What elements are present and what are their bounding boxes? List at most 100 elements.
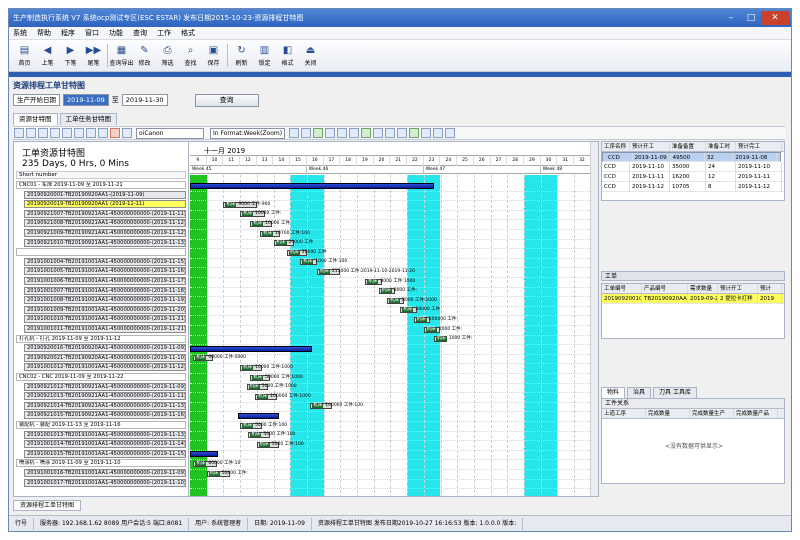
resource-group-row[interactable]: CNC02 - CNC 2019-11-09 至 2019-11-22 (16, 373, 186, 381)
tab-material[interactable]: 物料 (601, 387, 626, 398)
zoom-in-icon[interactable] (289, 128, 300, 138)
menu-item[interactable]: 帮助 (37, 28, 51, 38)
task-row[interactable]: 20191001011-TB20191001AA1-450000000000-(… (24, 325, 186, 333)
summary-bar[interactable] (190, 182, 434, 189)
filter-icon[interactable] (397, 128, 408, 138)
task-bar[interactable]: 机床 20000 工件 (286, 249, 327, 256)
toolbar-button[interactable]: ◀ 上笔 (36, 40, 59, 71)
task-row[interactable]: 20191001005-TB20191001AA1-450000000000-(… (24, 267, 186, 276)
open-icon[interactable] (26, 128, 36, 138)
task-row[interactable]: 20191001016-TB20191001AA1-450000000000-(… (24, 469, 186, 477)
tab-resource-gantt[interactable]: 资源甘特图 (13, 113, 58, 125)
minimize-button[interactable]: – (721, 11, 741, 25)
calendar-icon[interactable] (122, 128, 132, 138)
task-row[interactable]: 20190921015-TB20190921AA1-450000000000-(… (24, 411, 186, 420)
delete-icon[interactable] (110, 128, 120, 138)
table-row[interactable]: CCD 2019-11-09 49500 32 2019-11-08 (602, 152, 781, 162)
cut-icon[interactable] (50, 128, 60, 138)
link-icon[interactable] (325, 128, 336, 138)
indent-icon[interactable] (349, 128, 360, 138)
resource-group-row[interactable]: CNC01 - 车床 2019-11-09 至 2019-11-21 (16, 181, 186, 189)
style-select[interactable]: oiCanon (136, 127, 204, 139)
task-row[interactable]: 20190921010-TB20190921AA1-450000000000-(… (24, 238, 186, 247)
outdent-icon[interactable] (361, 128, 372, 138)
paste-icon[interactable] (74, 128, 84, 138)
table-row[interactable]: CCD 2019-11-11 16200 12 2019-11-11 (602, 172, 784, 182)
toolbar-button[interactable]: ⎙ 筛选 (156, 40, 179, 71)
toolbar-button[interactable]: ▥ 锁定 (253, 40, 276, 71)
tab-fixture[interactable]: 治具 (627, 387, 652, 398)
tab-tool[interactable]: 刀具 工具库 (653, 387, 697, 398)
menu-item[interactable]: 工作 (157, 28, 171, 38)
task-bar[interactable]: 机床 8000 工件: (378, 288, 417, 295)
task-bar[interactable]: 机床 10000 工件: (240, 211, 281, 218)
task-bar[interactable]: 机床 00000 工件:0000 (193, 355, 246, 362)
task-bar[interactable]: 机床 100000 工件:1000 (255, 393, 311, 400)
task-row[interactable]: 20191001013-TB20191001AA1-450000000000-(… (24, 430, 186, 439)
print-icon[interactable] (86, 128, 96, 138)
task-bar[interactable]: 机床 38000 工件: (400, 307, 442, 314)
summary-bar[interactable] (190, 345, 312, 352)
task-bar[interactable]: 机床 100000 工件: (413, 316, 458, 323)
new-icon[interactable] (38, 128, 48, 138)
save-icon[interactable] (14, 128, 24, 138)
close-button[interactable]: ✕ (761, 11, 789, 25)
task-bar[interactable]: 机床 100000 工件:100 (310, 403, 363, 410)
task-bar[interactable]: 机床 10000 工件:1000 (240, 364, 293, 371)
task-bar[interactable]: 机床 1000 工件: (423, 326, 462, 333)
down-icon[interactable] (385, 128, 396, 138)
toolbar-button[interactable]: ⏏ 关闭 (299, 40, 322, 71)
toolbar-button[interactable]: ◧ 格式 (276, 40, 299, 71)
resource-group-row[interactable]: 装配机 - 装配 2019-11-13 至 2019-11-16 (16, 421, 186, 429)
copy-icon[interactable] (62, 128, 72, 138)
task-bar[interactable]: 机床 5000 工件:100 (248, 432, 295, 439)
task-bar[interactable]: 机床 50000 工件:1000 (250, 374, 303, 381)
up-icon[interactable] (373, 128, 384, 138)
task-row[interactable]: 20190920021-TB20190920AA1-450000000000-(… (24, 353, 186, 362)
task-bar[interactable]: 机床 1000 工件:100 (300, 259, 347, 266)
task-row[interactable]: 20191001008-TB20191001AA1-450000000000-(… (24, 296, 186, 305)
toolbar-button[interactable]: ▤ 首页 (13, 40, 36, 71)
zoom-select[interactable]: In Format:Week(Zoom) (210, 127, 286, 139)
toolbar-button[interactable]: ✎ 修改 (133, 40, 156, 71)
task-bar[interactable]: 机床 20000 工件 (273, 240, 313, 247)
task-row[interactable]: 20191001009-TB20191001AA1-450000000000-(… (24, 305, 186, 314)
doc-tab-gantt[interactable]: 资源排程工单甘特图 (13, 500, 82, 511)
from-date-input[interactable]: 2019-11-09 (63, 94, 109, 106)
task-bar[interactable]: 机床 8000 工件:1000 (365, 278, 415, 285)
task-bar[interactable]: 机床 50000 工件: (206, 470, 248, 477)
task-row[interactable]: 20190921014-TB20190921AA1-450000000000-(… (24, 401, 186, 410)
task-row[interactable]: 20191001017-TB20191001AA1-450000000000-(… (24, 478, 186, 487)
fit-icon[interactable] (313, 128, 324, 138)
toolbar-button[interactable]: ▶ 下笔 (59, 40, 82, 71)
task-row[interactable]: 20190921007-TB20190921AA1-450000000000-(… (24, 209, 186, 218)
grid-icon[interactable] (409, 128, 420, 138)
unlink-icon[interactable] (337, 128, 348, 138)
task-row[interactable]: 20191001010-TB20191001AA1-450000000000-(… (24, 315, 186, 324)
task-bar[interactable]: 机床 9000 工件:900 (223, 201, 270, 208)
menu-item[interactable]: 窗口 (85, 28, 99, 38)
task-row[interactable]: 20190921009-TB20190921AA1-450000000000-(… (24, 229, 186, 237)
to-date-input[interactable]: 2019-11-30 (121, 94, 168, 106)
task-bar[interactable]: 机床 215000 工件:2019-11-10-2019-11-20 (316, 268, 415, 275)
resource-group-row[interactable]: 打孔机 - 打孔 2019-11-09 至 2019-11-12 (16, 334, 186, 343)
task-row[interactable]: 20191001014-TB20191001AA1-450000000000-(… (24, 440, 186, 449)
menu-item[interactable]: 查询 (133, 28, 147, 38)
table-row[interactable]: CCD 2019-11-12 10705 8 2019-11-12 (602, 182, 784, 192)
query-button[interactable]: 查询 (194, 93, 259, 107)
task-bar[interactable]: 机床 10000 工件 (250, 220, 290, 227)
tab-workorder-gantt[interactable]: 工单任务甘特图 (59, 113, 117, 125)
chart-icon[interactable] (421, 128, 432, 138)
summary-bar[interactable] (238, 412, 279, 419)
task-row[interactable]: 20191001006-TB20191001AA1-450000000000-(… (24, 277, 186, 285)
task-bar[interactable]: 机床 1000 工件: (433, 336, 472, 343)
task-row[interactable]: 20190920016-TB20190920AA1-450000000000-(… (24, 344, 186, 353)
task-row[interactable]: 20191001004-TB20191001AA1-450000000000-(… (24, 257, 186, 266)
toolbar-button[interactable]: ▣ 保存 (202, 40, 225, 71)
zoom-out-icon[interactable] (301, 128, 312, 138)
task-row[interactable]: 20190921008-TB20190921AA1-450000000000-(… (24, 219, 186, 228)
table-row[interactable]: CCD 2019-11-10 35000 24 2019-11-10 (602, 162, 784, 172)
task-row[interactable]: 20191001015-TB20191001AA1-450000000000-(… (24, 449, 186, 458)
resource-group-row[interactable] (16, 248, 186, 257)
toolbar-button[interactable]: ▶▶ 尾笔 (82, 40, 105, 71)
